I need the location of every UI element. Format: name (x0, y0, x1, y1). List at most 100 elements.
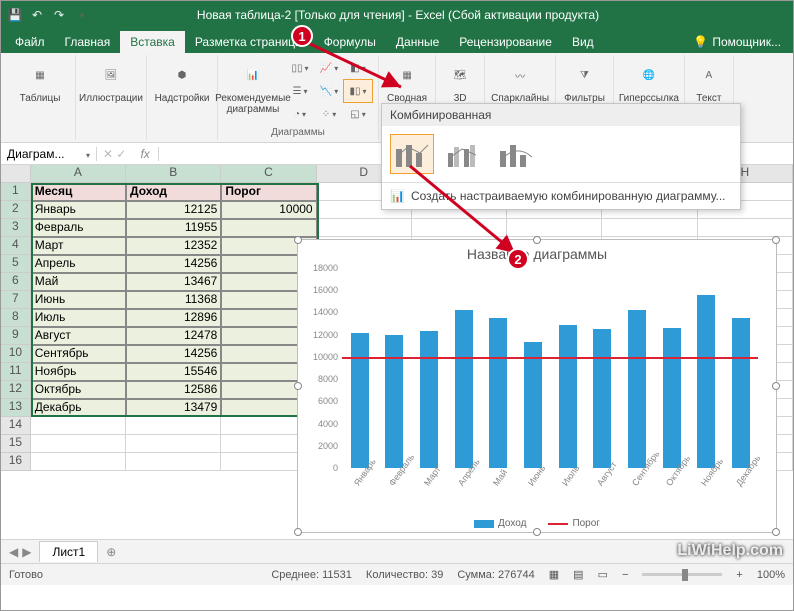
addins-icon: ⬢ (166, 59, 198, 91)
tab-formulas[interactable]: Формулы (314, 31, 386, 53)
hierarchy-chart-button[interactable]: ◧ (344, 57, 372, 79)
tables-label: Таблицы (20, 93, 61, 104)
illustrations-button[interactable]: 🖼 Иллюстрации (82, 57, 140, 106)
legend-swatch-threshold (548, 523, 568, 525)
tab-insert[interactable]: Вставка (120, 31, 185, 53)
stat-chart-button[interactable]: 📉 (315, 80, 343, 102)
tab-review[interactable]: Рецензирование (449, 31, 562, 53)
surface-chart-button[interactable]: ◱ (344, 103, 372, 125)
text-icon: A (693, 59, 725, 91)
redo-icon[interactable]: ↷ (51, 7, 67, 23)
select-all-corner[interactable] (1, 165, 31, 183)
title-bar: 💾 ↶ ↷ Новая таблица-2 [Только для чтения… (1, 1, 793, 29)
pie-chart-button[interactable]: ◔ (286, 103, 314, 125)
column-chart-button[interactable]: ▯▯ (286, 57, 314, 79)
undo-icon[interactable]: ↶ (29, 7, 45, 23)
zoom-level[interactable]: 100% (757, 569, 785, 581)
pivot-chart-button[interactable]: ▦Сводная (385, 57, 429, 106)
status-average: Среднее: 11531 (271, 569, 352, 581)
window-title: Новая таблица-2 [Только для чтения] - Ex… (89, 8, 707, 22)
resize-handle[interactable] (772, 382, 780, 390)
status-sum: Сумма: 276744 (457, 569, 534, 581)
zoom-in-button[interactable]: + (736, 569, 742, 581)
create-custom-combo-label: Создать настраиваемую комбинированную ди… (411, 189, 726, 203)
sheet-tab-bar: ◀ ▶ Лист1 ⊕ (1, 539, 793, 563)
resize-handle[interactable] (294, 528, 302, 536)
tables-button[interactable]: ▦ Таблицы (11, 57, 69, 106)
illustrations-label: Иллюстрации (79, 93, 143, 104)
sparklines-button[interactable]: 〰Спарклайны (491, 57, 549, 106)
resize-handle[interactable] (533, 236, 541, 244)
line-chart-button[interactable]: 📈 (315, 57, 343, 79)
dropdown-header: Комбинированная (382, 104, 740, 126)
scatter-chart-button[interactable]: ⁘ (315, 103, 343, 125)
view-normal-icon[interactable]: ▦ (549, 568, 559, 581)
tell-me[interactable]: 💡 Помощник... (685, 31, 789, 53)
chart-plot-area[interactable]: 0200040006000800010000120001400016000180… (342, 268, 758, 468)
resize-handle[interactable] (294, 236, 302, 244)
3d-map-button[interactable]: 🗺3D (442, 57, 478, 106)
recommended-charts-button[interactable]: 📊Рекомендуемые диаграммы (224, 57, 282, 117)
addins-button[interactable]: ⬢ Надстройки (153, 57, 211, 106)
charts-group-label: Диаграммы (271, 127, 325, 138)
ribbon-tabs: Файл Главная Вставка Разметка страницы Ф… (1, 29, 793, 53)
qat-more-icon[interactable] (73, 7, 89, 23)
name-box[interactable]: Диаграм... (1, 147, 97, 161)
3d-map-icon: 🗺 (444, 59, 476, 91)
recommended-charts-icon: 📊 (237, 59, 269, 91)
col-header[interactable]: A (31, 165, 126, 183)
tab-file[interactable]: Файл (5, 31, 55, 53)
fx-icon[interactable]: fx (132, 147, 158, 161)
resize-handle[interactable] (772, 236, 780, 244)
text-button[interactable]: AТекст (691, 57, 727, 106)
resize-handle[interactable] (533, 528, 541, 536)
embedded-chart[interactable]: Название диаграммы 020004000600080001000… (297, 239, 777, 533)
zoom-out-button[interactable]: − (622, 569, 628, 581)
legend-label-threshold: Порог (572, 518, 600, 529)
col-header[interactable]: B (126, 165, 221, 183)
watermark: LiWiHelp.com (677, 542, 783, 560)
view-page-icon[interactable]: ▤ (573, 568, 583, 581)
recommended-charts-label: Рекомендуемые диаграммы (213, 93, 293, 115)
create-custom-combo[interactable]: 📊 Создать настраиваемую комбинированную д… (382, 182, 740, 209)
status-ready: Готово (9, 569, 43, 581)
sparklines-icon: 〰 (504, 59, 536, 91)
filter-icon: ⧩ (569, 59, 601, 91)
col-header[interactable]: C (221, 165, 316, 183)
tab-data[interactable]: Данные (386, 31, 449, 53)
zoom-slider[interactable] (642, 573, 722, 576)
pivot-icon: ▦ (391, 59, 423, 91)
sheet-prev-icon[interactable]: ◀ (9, 545, 18, 559)
chart-title[interactable]: Название диаграммы (298, 246, 776, 262)
addins-label: Надстройки (155, 93, 210, 104)
save-icon[interactable]: 💾 (7, 7, 23, 23)
hyperlink-icon: 🌐 (633, 59, 665, 91)
resize-handle[interactable] (772, 528, 780, 536)
tab-home[interactable]: Главная (55, 31, 121, 53)
resize-handle[interactable] (294, 382, 302, 390)
combo-chart-dropdown: Комбинированная 📊 Создать настраиваемую к… (381, 103, 741, 210)
annotation-callout-2: 2 (507, 248, 529, 270)
sheet-tab[interactable]: Лист1 (39, 541, 98, 562)
legend-label-income: Доход (498, 518, 526, 529)
tell-me-label: Помощник... (712, 35, 781, 49)
legend-swatch-income (474, 520, 494, 528)
status-count: Количество: 39 (366, 569, 443, 581)
combo-thumb-3[interactable] (494, 134, 538, 174)
bar-chart-button[interactable]: ☰ (286, 80, 314, 102)
add-sheet-button[interactable]: ⊕ (98, 545, 124, 559)
pictures-icon: 🖼 (95, 59, 127, 91)
status-bar: Готово Среднее: 11531 Количество: 39 Сум… (1, 563, 793, 585)
name-box-value: Диаграм... (7, 147, 64, 161)
hyperlink-button[interactable]: 🌐Гиперссылка (620, 57, 678, 106)
combo-thumb-1[interactable] (390, 134, 434, 174)
combo-chart-button[interactable]: ▮▯ (344, 80, 372, 102)
view-break-icon[interactable]: ▭ (598, 568, 608, 581)
tab-view[interactable]: Вид (562, 31, 604, 53)
custom-combo-icon: 📊 (390, 189, 405, 203)
filters-button[interactable]: ⧩Фильтры (562, 57, 607, 106)
table-icon: ▦ (24, 59, 56, 91)
annotation-callout-1: 1 (291, 25, 313, 47)
combo-thumb-2[interactable] (442, 134, 486, 174)
sheet-next-icon[interactable]: ▶ (22, 545, 31, 559)
